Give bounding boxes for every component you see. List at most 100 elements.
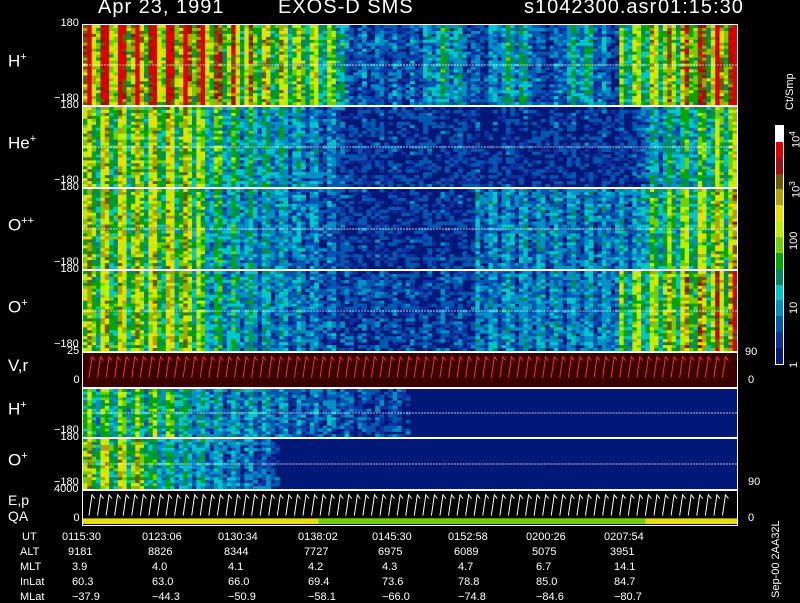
heat-cell <box>493 58 498 61</box>
heat-cell <box>528 99 533 102</box>
heat-cell <box>109 140 114 143</box>
heat-cell <box>140 119 145 122</box>
heat-cell <box>175 151 180 154</box>
heat-cell <box>419 72 424 75</box>
heat-cell <box>602 55 607 58</box>
heat-cell <box>632 34 637 37</box>
heat-cell <box>284 40 289 43</box>
heat-cell <box>114 160 119 163</box>
heat-cell <box>606 72 611 75</box>
heat-cell <box>87 119 92 122</box>
heat-cell <box>223 143 228 146</box>
heat-cell <box>144 58 149 61</box>
heat-cell <box>536 78 541 81</box>
heat-cell <box>188 81 193 84</box>
heat-cell <box>236 107 241 110</box>
heat-cell <box>353 78 358 81</box>
heat-cell <box>419 75 424 78</box>
heat-cell <box>231 93 236 96</box>
heat-cell <box>345 43 350 46</box>
heat-cell <box>667 61 672 64</box>
heat-cell <box>305 46 310 49</box>
heat-cell <box>471 31 476 34</box>
heat-cell <box>323 49 328 52</box>
heat-cell <box>244 116 249 119</box>
heat-cell <box>122 75 127 78</box>
heat-cell <box>515 34 520 37</box>
heat-cell <box>510 37 515 40</box>
heat-cell <box>214 122 219 125</box>
heat-cell <box>711 66 716 69</box>
heat-cell <box>170 25 175 28</box>
heat-cell <box>297 84 302 87</box>
heat-cell <box>205 119 210 122</box>
heat-cell <box>693 66 698 69</box>
heat-cell <box>332 34 337 37</box>
heat-cell <box>157 37 162 40</box>
heat-cell <box>519 34 524 37</box>
heat-cell <box>423 40 428 43</box>
heat-cell <box>96 163 101 166</box>
heat-cell <box>580 34 585 37</box>
heat-cell <box>292 46 297 49</box>
heat-cell <box>231 143 236 146</box>
heat-cell <box>632 46 637 49</box>
heat-cell <box>157 151 162 154</box>
heat-cell <box>467 34 472 37</box>
heat-cell <box>632 66 637 69</box>
heat-cell <box>183 137 188 140</box>
heat-cell <box>214 37 219 40</box>
heat-cell <box>148 151 153 154</box>
heat-cell <box>366 66 371 69</box>
heat-cell <box>685 58 690 61</box>
heat-cell <box>257 181 262 184</box>
heat-cell <box>105 166 110 169</box>
heat-cell <box>262 72 267 75</box>
heat-cell <box>332 81 337 84</box>
heat-cell <box>266 184 271 187</box>
heat-cell <box>179 163 184 166</box>
heat-cell <box>685 40 690 43</box>
heat-cell <box>667 87 672 90</box>
heat-cell <box>100 58 105 61</box>
heat-cell <box>445 49 450 52</box>
heat-cell <box>144 175 149 178</box>
heat-cell <box>706 75 711 78</box>
heat-cell <box>310 43 315 46</box>
heat-cell <box>480 52 485 55</box>
heat-cell <box>584 69 589 72</box>
heat-cell <box>506 43 511 46</box>
heat-cell <box>192 102 197 105</box>
heat-cell <box>314 87 319 90</box>
heat-cell <box>292 40 297 43</box>
heat-cell <box>92 122 97 125</box>
heat-cell <box>96 84 101 87</box>
heat-cell <box>497 25 502 28</box>
heat-cell <box>379 90 384 93</box>
heat-cell <box>602 40 607 43</box>
heat-cell <box>196 84 201 87</box>
heat-cell <box>606 43 611 46</box>
heat-cell <box>209 184 214 187</box>
heat-cell <box>131 113 136 116</box>
heat-cell <box>118 107 123 110</box>
heat-cell <box>179 157 184 160</box>
heat-cell <box>131 37 136 40</box>
heat-cell <box>698 37 703 40</box>
heat-cell <box>680 40 685 43</box>
heat-cell <box>266 107 271 110</box>
heat-cell <box>619 25 624 28</box>
heat-cell <box>148 58 153 61</box>
heat-cell <box>654 72 659 75</box>
heat-cell <box>589 99 594 102</box>
heat-cell <box>488 90 493 93</box>
heat-cell <box>118 131 123 134</box>
heat-cell <box>454 28 459 31</box>
heat-cell <box>689 28 694 31</box>
heat-cell <box>127 61 132 64</box>
heat-cell <box>375 93 380 96</box>
heat-cell <box>362 31 367 34</box>
heat-cell <box>580 37 585 40</box>
heat-cell <box>397 46 402 49</box>
heat-cell <box>175 96 180 99</box>
